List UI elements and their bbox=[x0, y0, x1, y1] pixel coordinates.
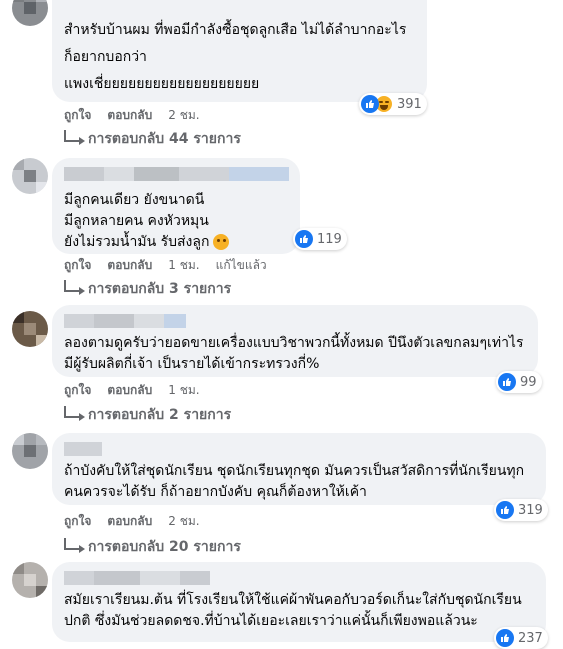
timestamp[interactable]: 1 ชม. bbox=[168, 381, 199, 400]
replies-label: การตอบกลับ 44 รายการ bbox=[88, 131, 241, 147]
comment-text: ปกติ ซึ่งมันช่วยลดดชจ.ที่บ้านได้เยอะเลยเ… bbox=[64, 613, 478, 629]
comment-text: แพงเชี่ยยยยยยยยยยยยยยยยยยย bbox=[64, 76, 260, 92]
view-replies-button[interactable]: การตอบกลับ 2 รายการ bbox=[64, 404, 231, 426]
reply-button[interactable]: ตอบกลับ bbox=[107, 381, 152, 400]
comment-bubble: สำหรับบ้านผม ที่พอมีกำลังซื้อชุดลูกเสือ … bbox=[52, 0, 427, 102]
avatar[interactable] bbox=[12, 433, 48, 469]
reaction-count: 319 bbox=[518, 502, 543, 518]
reaction-count: 237 bbox=[518, 630, 543, 646]
avatar[interactable] bbox=[12, 562, 48, 598]
commenter-name[interactable] bbox=[64, 441, 102, 457]
comment-text: มีลูกหลายคน คงหัวหมุน bbox=[64, 213, 209, 229]
comment-text: สำหรับบ้านผม ที่พอมีกำลังซื้อชุดลูกเสือ … bbox=[64, 22, 407, 38]
reply-arrow-icon bbox=[64, 538, 85, 553]
replies-label: การตอบกลับ 20 รายการ bbox=[88, 539, 241, 555]
reaction-summary[interactable]: 99 bbox=[496, 371, 542, 393]
like-icon bbox=[295, 230, 313, 248]
avatar[interactable] bbox=[12, 0, 48, 26]
comment-text: มีลูกคนเดียว ยังขนาดนี bbox=[64, 192, 205, 208]
comment-bubble: ลองตามดูครับว่ายอดขายเครื่องแบบวิชาพวกนี… bbox=[52, 305, 538, 377]
timestamp[interactable]: 1 ชม. bbox=[168, 256, 199, 275]
view-replies-button[interactable]: การตอบกลับ 3 รายการ bbox=[64, 278, 231, 300]
commenter-name[interactable] bbox=[64, 570, 210, 586]
timestamp[interactable]: 2 ชม. bbox=[168, 106, 199, 125]
reaction-summary[interactable]: 237 bbox=[494, 627, 548, 649]
comment-bubble: สมัยเราเรียนม.ต้น ที่โรงเรียนให้ใช้แค่ผ้… bbox=[52, 562, 546, 642]
commenter-name[interactable] bbox=[64, 166, 289, 182]
like-button[interactable]: ถูกใจ bbox=[64, 512, 91, 531]
like-icon bbox=[498, 373, 516, 391]
like-icon bbox=[496, 629, 514, 647]
reaction-summary[interactable]: 119 bbox=[293, 228, 347, 250]
reaction-count: 99 bbox=[520, 374, 537, 390]
comment-text: ลองตามดูครับว่ายอดขายเครื่องแบบวิชาพวกนี… bbox=[64, 335, 524, 351]
comment-actions: ถูกใจ ตอบกลับ 2 ชม. bbox=[64, 512, 216, 531]
timestamp[interactable]: 2 ชม. bbox=[168, 512, 199, 531]
edited-label[interactable]: แก้ไขแล้ว bbox=[216, 256, 267, 275]
comment-text: ก็อยากบอกว่า bbox=[64, 49, 147, 65]
reaction-count: 391 bbox=[397, 96, 422, 112]
like-icon bbox=[361, 95, 379, 113]
comment-text: คนควรจะได้รับ ก็ถ้าอยากบังคับ คุณก็ต้องห… bbox=[64, 484, 367, 500]
reply-arrow-icon bbox=[64, 280, 85, 295]
replies-label: การตอบกลับ 3 รายการ bbox=[88, 281, 232, 297]
comment-text: มีผู้รับผลิตกี่เจ้า เป็นรายได้เข้ากระทรว… bbox=[64, 356, 320, 372]
like-button[interactable]: ถูกใจ bbox=[64, 256, 91, 275]
emoji-icon bbox=[213, 234, 230, 250]
comment-actions: ถูกใจ ตอบกลับ 1 ชม. แก้ไขแล้ว bbox=[64, 256, 283, 275]
reaction-summary[interactable]: 319 bbox=[494, 499, 548, 521]
replies-label: การตอบกลับ 2 รายการ bbox=[88, 407, 232, 423]
comment-actions: ถูกใจ ตอบกลับ 2 ชม. bbox=[64, 106, 216, 125]
avatar[interactable] bbox=[12, 311, 48, 347]
commenter-name[interactable] bbox=[64, 313, 186, 329]
reaction-count: 119 bbox=[317, 231, 342, 247]
comment-text: ถ้าบังคับให้ใส่ชุดนักเรียน ชุดนักเรียนทุ… bbox=[64, 463, 525, 479]
comment-bubble: ถ้าบังคับให้ใส่ชุดนักเรียน ชุดนักเรียนทุ… bbox=[52, 433, 546, 505]
comment-text-line: ยังไม่รวมน้ำมัน รับส่งลูก bbox=[64, 232, 288, 253]
view-replies-button[interactable]: การตอบกลับ 20 รายการ bbox=[64, 536, 241, 558]
like-button[interactable]: ถูกใจ bbox=[64, 381, 91, 400]
comment-text: ยังไม่รวมน้ำมัน รับส่งลูก bbox=[64, 234, 210, 250]
reply-button[interactable]: ตอบกลับ bbox=[107, 256, 152, 275]
reply-arrow-icon bbox=[64, 130, 85, 145]
like-icon bbox=[496, 501, 514, 519]
like-button[interactable]: ถูกใจ bbox=[64, 106, 91, 125]
view-replies-button[interactable]: การตอบกลับ 44 รายการ bbox=[64, 128, 241, 150]
comment-text: สมัยเราเรียนม.ต้น ที่โรงเรียนให้ใช้แค่ผ้… bbox=[64, 592, 522, 608]
avatar[interactable] bbox=[12, 158, 48, 194]
reply-button[interactable]: ตอบกลับ bbox=[107, 106, 152, 125]
comment-bubble: มีลูกคนเดียว ยังขนาดนี มีลูกหลายคน คงหัว… bbox=[52, 158, 300, 254]
comment-actions: ถูกใจ ตอบกลับ 1 ชม. bbox=[64, 381, 216, 400]
reaction-summary[interactable]: 391 bbox=[359, 93, 427, 115]
reply-arrow-icon bbox=[64, 406, 85, 421]
reply-button[interactable]: ตอบกลับ bbox=[107, 512, 152, 531]
